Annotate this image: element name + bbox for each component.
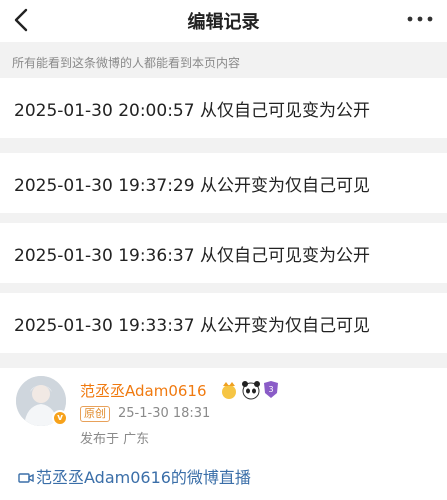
panda-emoji-icon [242,381,260,400]
crown-emoji-icon [222,382,236,399]
edit-record-row: 2025-01-30 19:36:37 从仅自己可见变为公开 [0,223,447,283]
post-time: 25-1-30 18:31 [118,406,211,421]
more-options-icon[interactable] [405,8,435,30]
user-emoji-badges: 3 [222,381,278,400]
username-link[interactable]: 范丞丞Adam0616 [80,380,207,401]
original-post-card: v 范丞丞Adam0616 3 原创 25-1-30 18:31 发布于 广东 … [0,368,447,500]
edit-record-row: 2025-01-30 19:33:37 从公开变为仅自己可见 [0,293,447,353]
visibility-notice: 所有能看到这条微博的人都能看到本页内容 [0,42,447,78]
verified-badge-icon: v [52,410,68,426]
divider [0,138,447,153]
divider [0,283,447,293]
divider [0,213,447,223]
live-link-label: 范丞丞Adam0616的微博直播 [36,468,251,487]
weibo-live-link[interactable]: 范丞丞Adam0616的微博直播 [18,464,251,488]
edit-record-text: 2025-01-30 20:00:57 从仅自己可见变为公开 [14,101,370,121]
original-tag: 原创 [80,406,110,422]
divider [0,353,447,368]
navigation-bar: 编辑记录 [0,0,447,42]
page-title: 编辑记录 [187,12,260,33]
svg-text:3: 3 [268,385,273,394]
edit-record-text: 2025-01-30 19:37:29 从公开变为仅自己可见 [14,176,370,196]
post-location: 发布于 广东 [80,432,150,447]
edit-record-row: 2025-01-30 19:37:29 从公开变为仅自己可见 [0,153,447,213]
video-camera-icon [18,473,34,483]
shield-badge-icon: 3 [264,381,278,398]
edit-record-text: 2025-01-30 19:36:37 从仅自己可见变为公开 [14,246,370,266]
edit-record-text: 2025-01-30 19:33:37 从公开变为仅自己可见 [14,316,370,336]
edit-record-row: 2025-01-30 20:00:57 从仅自己可见变为公开 [0,78,447,138]
